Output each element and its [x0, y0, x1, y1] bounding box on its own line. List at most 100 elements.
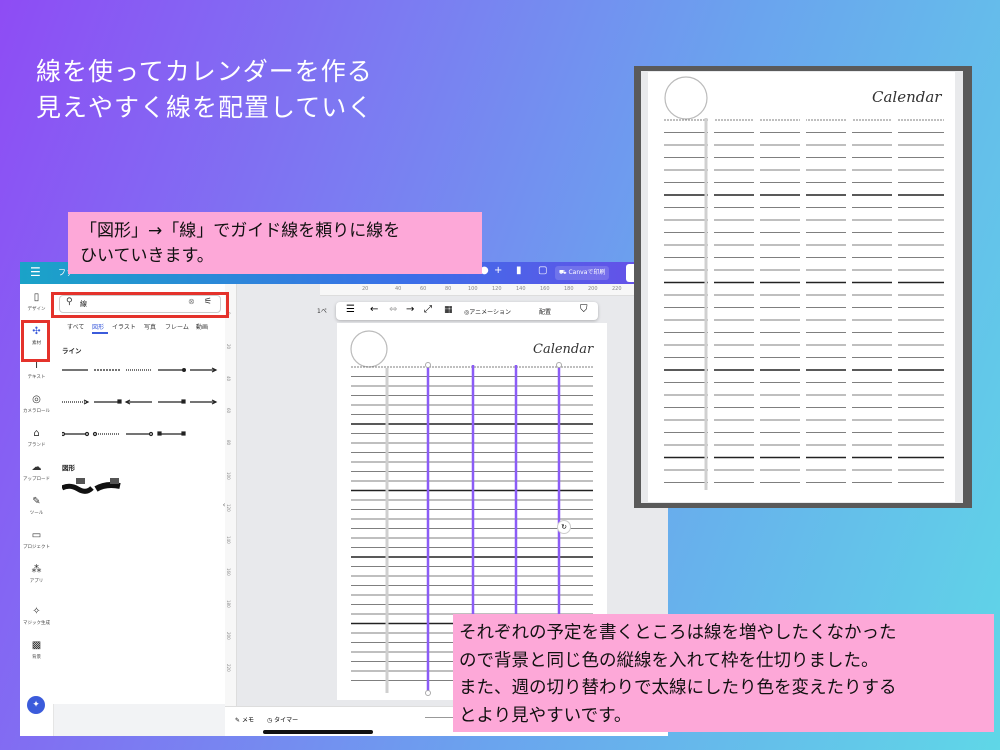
page-label: 1ペ	[317, 308, 327, 315]
arrow-right-icon[interactable]: →	[406, 304, 414, 315]
tab-illustration[interactable]: イラスト	[112, 322, 136, 331]
insights-icon[interactable]: ▮	[516, 265, 522, 276]
rail-item-tools[interactable]: ✎ ツール	[20, 496, 53, 516]
column-gap	[800, 118, 806, 490]
assistant-icon[interactable]: ✦	[27, 696, 45, 714]
ruler-label: 220	[612, 286, 622, 292]
tab-all[interactable]: すべて	[67, 322, 84, 331]
callout-bottom-line-1: それぞれの予定を書くところは線を増やしたくなかった	[459, 623, 897, 643]
memo-label: メモ	[241, 717, 254, 724]
ruler-label: 60	[420, 286, 427, 292]
rail-label: カメラロール	[23, 409, 50, 414]
column-gap	[708, 118, 714, 490]
callout-top-line-2: ひいていきます。	[80, 246, 214, 266]
rail-label: マジック生成	[23, 621, 50, 626]
ruler-label: 120	[226, 504, 231, 512]
design-icon: ▯	[33, 292, 40, 303]
arrange-button[interactable]: 配置	[539, 307, 551, 316]
timer-button[interactable]: ◷ タイマー	[267, 715, 298, 724]
ruler-label: 40	[226, 376, 231, 382]
rail-label: ツール	[29, 511, 44, 516]
shape-brush-strokes[interactable]	[60, 476, 122, 496]
callout-bottom-line-4: とより見やすいです。	[459, 705, 632, 726]
callout-bottom: それぞれの予定を書くところは線を増やしたくなかった ので背景と同じ色の縦線を入れ…	[453, 614, 994, 732]
projects-icon: ▭	[31, 530, 42, 541]
transparency-icon[interactable]: ▦	[444, 305, 453, 315]
print-button[interactable]: ⛟ Canvaで印刷	[555, 266, 610, 280]
tools-icon: ✎	[32, 496, 41, 507]
ruler-label: 200	[588, 286, 598, 292]
arrow-left-icon[interactable]: ←	[370, 304, 378, 315]
rail-label: デザイン	[27, 307, 46, 312]
tab-shapes[interactable]: 図形	[92, 322, 104, 331]
callout-bottom-line-2: ので背景と同じ色の縦線を入れて枠を仕切りました。	[459, 650, 879, 671]
preview-calendar-title: Calendar	[872, 88, 942, 106]
apps-icon: ⁂	[31, 564, 42, 575]
ruler-label: 200	[226, 632, 231, 640]
rail-item-projects[interactable]: ▭ プロジェクト	[20, 530, 53, 550]
column-gap	[754, 118, 760, 490]
rail-item-design[interactable]: ▯ デザイン	[20, 292, 53, 312]
ruler-label: 180	[226, 600, 231, 608]
shapes-section-title: 図形	[62, 464, 75, 472]
ruler-label: 120	[492, 286, 502, 292]
headline-line-2: 見えやすく線を配置していく	[36, 93, 374, 122]
memo-icon: ✎	[235, 717, 242, 724]
calendar-title: Calendar	[533, 342, 594, 357]
elements-highlight	[21, 320, 50, 362]
ruler-label: 220	[226, 664, 231, 672]
search-highlight	[51, 292, 229, 318]
rail-label: プロジェクト	[23, 545, 50, 550]
lines-gallery-svg[interactable]	[60, 366, 218, 438]
animation-button[interactable]: ◎アニメーション	[464, 307, 511, 316]
memo-button[interactable]: ✎ メモ	[235, 715, 254, 724]
rail-item-text[interactable]: T テキスト	[20, 360, 53, 380]
column-gap	[846, 118, 852, 490]
tab-frame[interactable]: フレーム	[165, 322, 189, 331]
rail-label: アプリ	[29, 579, 44, 584]
add-icon[interactable]: +	[494, 265, 502, 276]
rail-label: ブランド	[27, 443, 46, 448]
ruler-label: 40	[395, 286, 402, 292]
rail-item-upload[interactable]: ☁ アップロード	[20, 462, 53, 482]
line-type-icon[interactable]: ⤢	[424, 304, 432, 315]
ruler-label: 80	[445, 286, 452, 292]
rotate-handle-icon[interactable]: ↻	[557, 520, 571, 534]
ruler-label: 20	[362, 286, 369, 292]
ruler-top: 20 40 60 80 100 120 140 160 180 200 220	[320, 284, 668, 296]
tab-photo[interactable]: 写真	[144, 322, 156, 331]
callout-top: 「図形」→「線」でガイド線を頼りに線を ひいていきます。	[68, 212, 482, 274]
comment-icon[interactable]: ▢	[538, 265, 547, 276]
column-gap	[892, 118, 898, 490]
headline: 線を使ってカレンダーを作る 見えやすく線を配置していく	[36, 54, 373, 126]
tab-video[interactable]: 動画	[196, 322, 208, 331]
preview-page: Calendar	[648, 72, 955, 502]
ruler-label: 140	[226, 536, 231, 544]
rail-item-background[interactable]: ▩ 背景	[20, 640, 53, 660]
tab-underline	[92, 332, 108, 334]
ruler-label: 160	[540, 286, 550, 292]
lines-gallery	[60, 366, 218, 438]
menu-icon[interactable]: ☰	[30, 265, 41, 279]
rail-label: テキスト	[27, 375, 46, 380]
lines-section-title: ライン	[62, 347, 82, 355]
ruler-left: 0 20 40 60 80 100 120 140 160 180 200 22…	[225, 284, 237, 706]
ruler-label: 100	[226, 472, 231, 480]
ruler-label: 160	[226, 568, 231, 576]
rail-item-magic[interactable]: ✧ マジック生成	[20, 606, 53, 626]
callout-bottom-line-3: また、週の切り替わりで太線にしたり色を変えたりする	[459, 678, 897, 698]
line-style-icon[interactable]: ⇔	[389, 304, 397, 315]
rail-item-brand[interactable]: ⌂ ブランド	[20, 428, 53, 448]
ruler-label: 140	[516, 286, 526, 292]
paint-format-icon[interactable]: ⛉	[580, 304, 588, 315]
context-toolbar: ☰ ← ⇔ → ⤢ ▦ ◎アニメーション 配置 ⛉	[336, 302, 598, 320]
rail-item-camera-roll[interactable]: ◎ カメラロール	[20, 394, 53, 414]
ruler-label: 20	[226, 344, 231, 350]
rail-label: アップロード	[23, 477, 50, 482]
rail-item-apps[interactable]: ⁂ アプリ	[20, 564, 53, 584]
ruler-label: 180	[564, 286, 574, 292]
background-icon: ▩	[31, 640, 42, 651]
brand-icon: ⌂	[33, 428, 40, 439]
line-weight-icon[interactable]: ☰	[346, 304, 355, 315]
ruler-label: 80	[226, 440, 231, 446]
